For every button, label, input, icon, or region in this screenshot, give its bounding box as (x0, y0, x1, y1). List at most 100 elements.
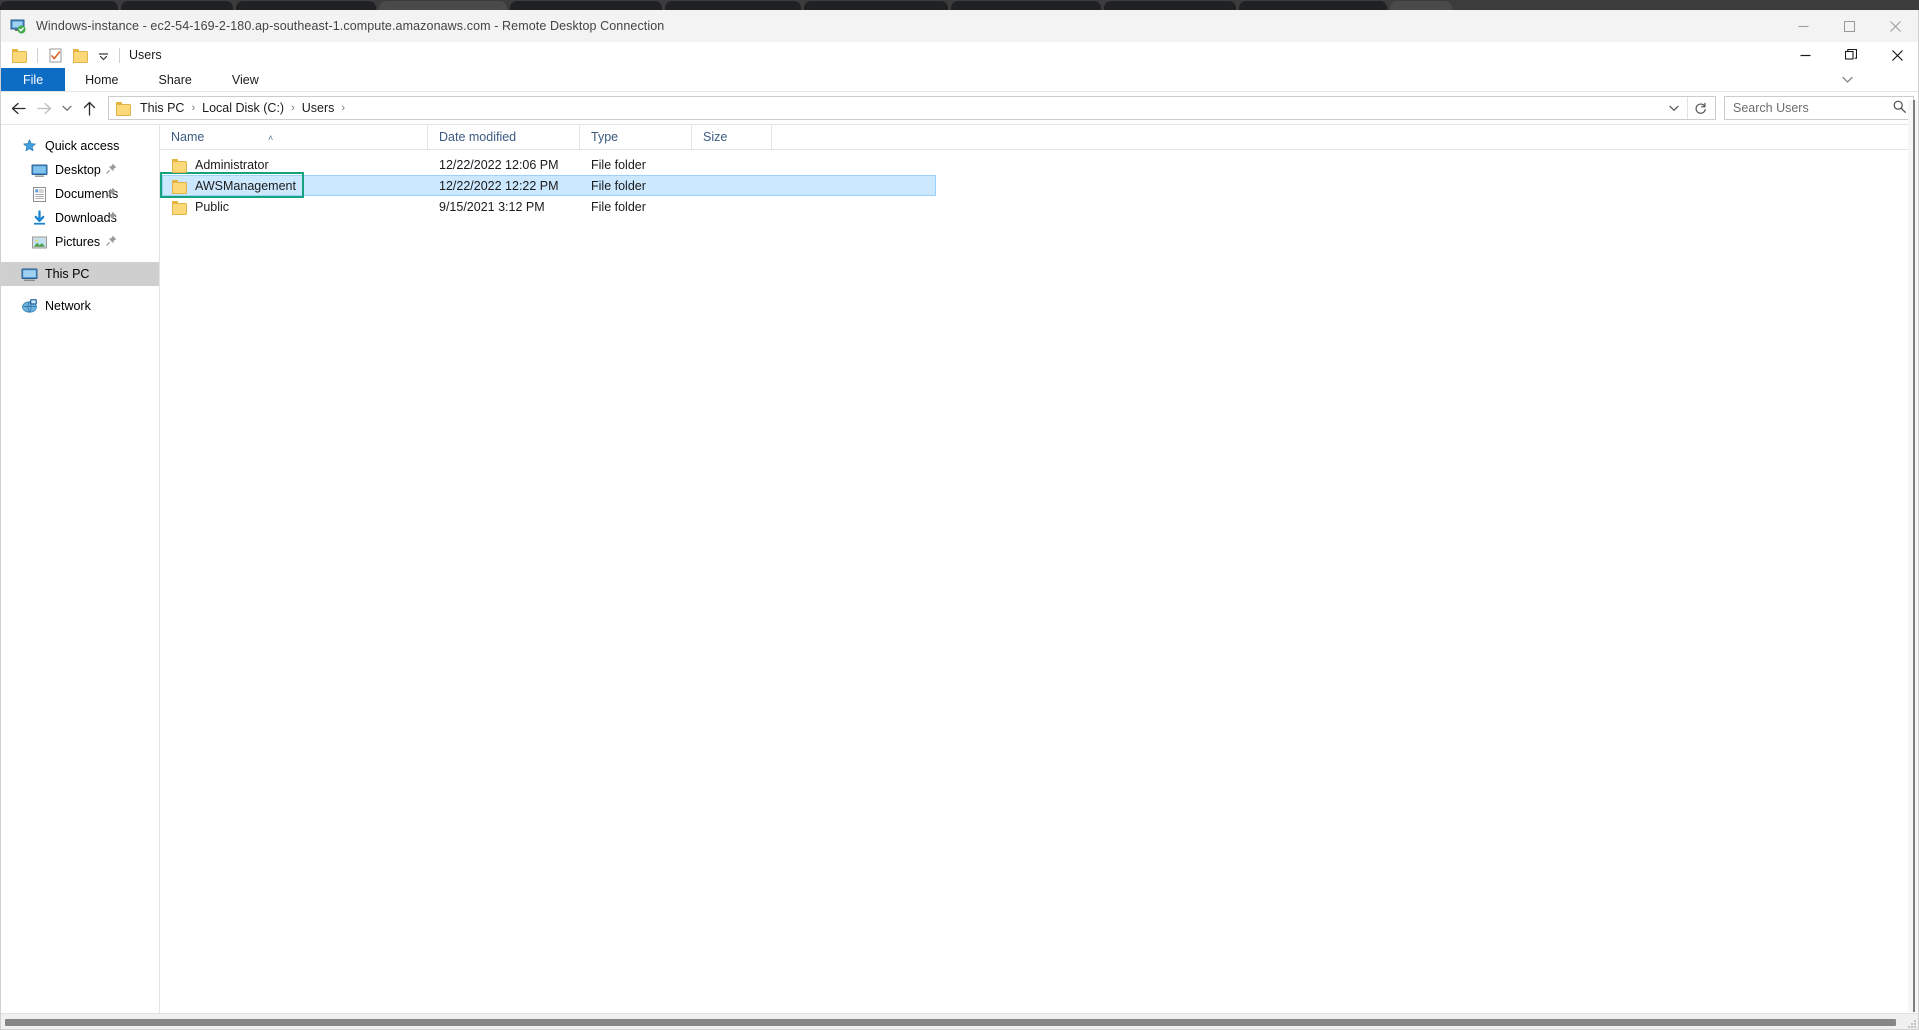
search-icon[interactable] (1893, 100, 1906, 118)
breadcrumb: This PC › Local Disk (C:) › Users › (136, 101, 348, 115)
refresh-icon[interactable] (1687, 97, 1713, 119)
column-header-name[interactable]: Name ˄ (160, 124, 428, 150)
sidebar-item-pictures[interactable]: Pictures (1, 230, 159, 254)
properties-icon[interactable] (47, 47, 64, 64)
breadcrumb-separator[interactable]: › (188, 102, 198, 114)
cell-size (692, 154, 772, 175)
cell-type: File folder (591, 199, 646, 214)
resize-grip[interactable] (1906, 1017, 1918, 1029)
explorer-body: Quick access Desktop Documents Downloads Pic… (1, 124, 1918, 1029)
file-name-label: AWSManagement (195, 178, 296, 193)
rdp-maximize-button[interactable] (1826, 10, 1872, 42)
sort-ascending-icon: ˄ (268, 132, 274, 143)
quick-access-toolbar: Users (1, 42, 1918, 68)
breadcrumb-separator[interactable]: › (338, 102, 348, 114)
documents-icon (31, 186, 48, 203)
new-folder-icon[interactable] (72, 47, 89, 64)
folder-icon[interactable] (11, 47, 28, 64)
rdp-window-controls (1780, 10, 1918, 42)
sidebar-item-label: Network (45, 299, 91, 313)
folder-icon (171, 178, 187, 194)
sidebar-item-network[interactable]: Network (1, 294, 159, 318)
pictures-icon (31, 234, 48, 251)
file-name-label: Administrator (195, 157, 269, 172)
breadcrumb-item-this-pc[interactable]: This PC (136, 101, 188, 115)
cell-size (692, 196, 772, 217)
up-button[interactable] (76, 95, 102, 121)
file-explorer-window: Users File Home Share View This PC › Loc… (1, 42, 1918, 1029)
explorer-minimize-button[interactable] (1782, 42, 1828, 68)
column-header-type[interactable]: Type (580, 124, 692, 150)
breadcrumb-item-users[interactable]: Users (298, 101, 339, 115)
ribbon-tab-bar: File Home Share View (1, 68, 1918, 92)
column-header-size[interactable]: Size (692, 124, 772, 150)
cell-date-modified: 12/22/2022 12:06 PM (439, 157, 559, 172)
cell-name: Administrator (160, 154, 428, 175)
sidebar-item-label: Quick access (45, 139, 120, 153)
pin-icon[interactable] (106, 187, 117, 201)
navigation-pane: Quick access Desktop Documents Downloads Pic… (1, 125, 160, 1029)
cell-name: AWSManagement (160, 175, 428, 196)
toolbar-separator-2 (119, 47, 120, 63)
table-row[interactable]: Administrator 12/22/2022 12:06 PM File fol… (160, 154, 1918, 175)
remote-desktop-icon (10, 18, 27, 35)
folder-icon (115, 100, 131, 116)
sidebar-item-quick-access[interactable]: Quick access (1, 134, 159, 158)
toolbar-separator (37, 47, 38, 63)
breadcrumb-separator[interactable]: › (288, 102, 298, 114)
cell-type: File folder (591, 178, 646, 193)
this-pc-icon (21, 266, 38, 283)
file-list-pane: Name ˄ Date modified Type Size Administrator… (160, 124, 1918, 1029)
file-name-label: Public (195, 199, 230, 214)
explorer-restore-button[interactable] (1828, 42, 1874, 68)
sidebar-item-desktop[interactable]: Desktop (1, 158, 159, 182)
star-icon (21, 138, 38, 155)
table-row[interactable]: AWSManagement 12/22/2022 12:22 PM File fol… (160, 172, 1918, 198)
file-rows: Administrator 12/22/2022 12:06 PM File fol… (160, 150, 1918, 1029)
recent-locations-button[interactable] (57, 95, 76, 121)
vertical-scrollbar[interactable] (1908, 100, 1918, 1012)
sidebar-item-documents[interactable]: Documents (1, 182, 159, 206)
chevron-down-icon[interactable] (1663, 97, 1685, 119)
explorer-window-title: Users (129, 48, 162, 62)
ribbon-tab-file[interactable]: File (1, 68, 66, 91)
downloads-icon (31, 209, 48, 227)
chevron-down-icon[interactable] (97, 47, 110, 64)
horizontal-scrollbar[interactable] (1, 1013, 1918, 1029)
column-header-date[interactable]: Date modified (428, 124, 580, 150)
pin-icon[interactable] (106, 163, 117, 177)
breadcrumb-item-local-disk-c[interactable]: Local Disk (C:) (198, 101, 288, 115)
ribbon-tab-home[interactable]: Home (65, 68, 138, 91)
folder-icon (171, 199, 187, 215)
pin-icon[interactable] (106, 211, 117, 225)
table-row[interactable]: Public 9/15/2021 3:12 PM File folder (160, 196, 1918, 217)
sidebar-item-downloads[interactable]: Downloads (1, 206, 159, 230)
cell-type: File folder (591, 157, 646, 172)
pin-icon[interactable] (106, 235, 117, 249)
ribbon-tab-share[interactable]: Share (139, 68, 212, 91)
forward-button[interactable] (31, 95, 57, 121)
horizontal-scrollbar-thumb[interactable] (5, 1019, 1896, 1026)
back-button[interactable] (5, 95, 31, 121)
cell-date-modified: 12/22/2022 12:22 PM (439, 178, 559, 193)
explorer-close-button[interactable] (1874, 42, 1918, 68)
rdp-title-bar[interactable]: Windows-instance - ec2-54-169-2-180.ap-s… (1, 10, 1918, 42)
search-box[interactable] (1724, 96, 1914, 120)
sidebar-item-label: Desktop (55, 163, 101, 177)
cell-date-modified: 9/15/2021 3:12 PM (439, 199, 545, 214)
ribbon-tab-view[interactable]: View (212, 68, 279, 91)
address-bar-row: This PC › Local Disk (C:) › Users › (1, 92, 1918, 125)
desktop-icon (31, 162, 48, 179)
sidebar-item-this-pc[interactable]: This PC (1, 262, 159, 286)
sidebar-item-label: This PC (45, 267, 90, 281)
vertical-scrollbar-thumb[interactable] (1913, 100, 1915, 1012)
search-input[interactable] (1725, 98, 1913, 118)
explorer-window-controls (1782, 42, 1918, 68)
rdp-minimize-button[interactable] (1780, 10, 1826, 42)
rdp-window-title: Windows-instance - ec2-54-169-2-180.ap-s… (36, 19, 665, 33)
address-bar[interactable]: This PC › Local Disk (C:) › Users › (108, 96, 1716, 120)
chevron-down-icon[interactable] (1834, 68, 1860, 92)
rdp-close-button[interactable] (1872, 10, 1918, 42)
